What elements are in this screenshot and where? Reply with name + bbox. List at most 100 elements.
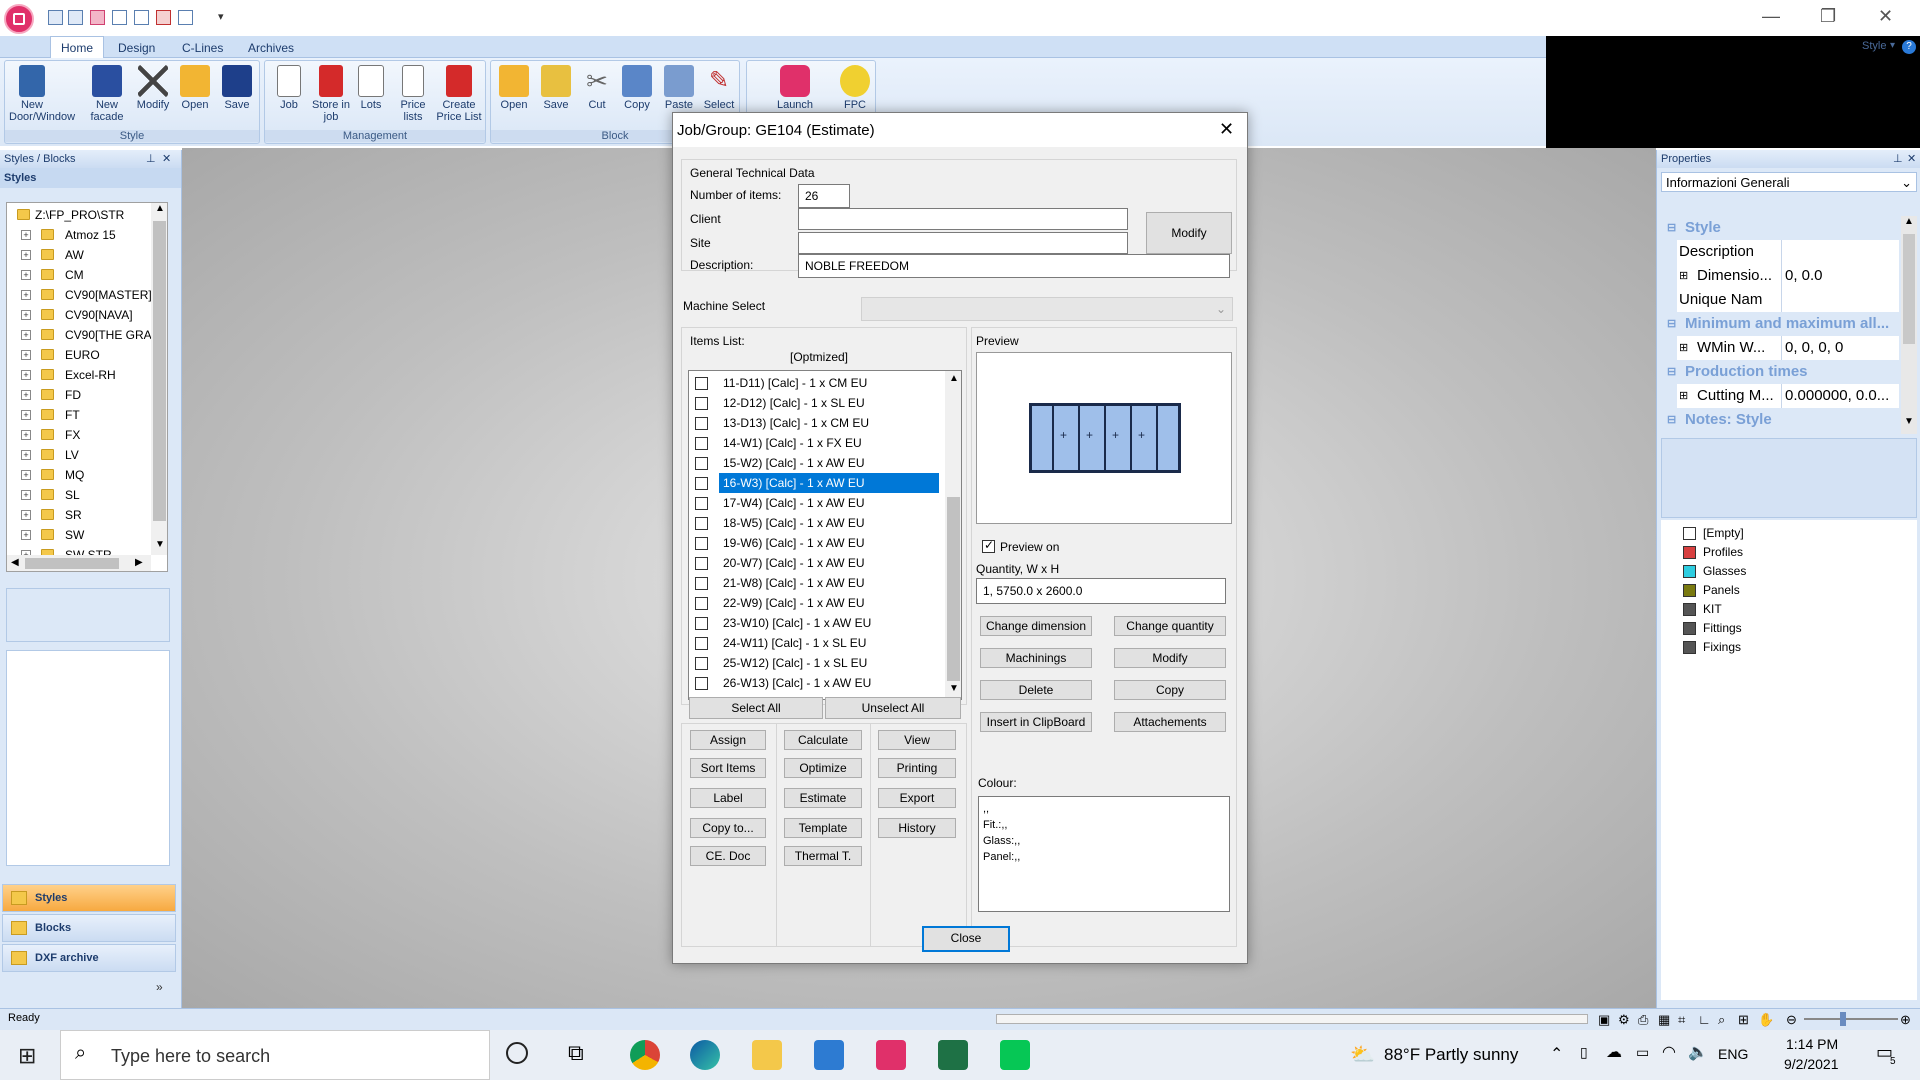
machine-select-dropdown[interactable]: ⌄ [861,297,1233,321]
import-icon[interactable] [112,10,127,25]
expand-icon[interactable]: ⊞ [1679,264,1688,288]
dialog-close-icon[interactable]: ✕ [1219,119,1234,140]
item-checkbox[interactable] [695,677,708,690]
tree-item[interactable]: + SW [7,525,151,545]
delete-button[interactable]: Delete [980,680,1092,700]
property-category[interactable]: ⊟ Production times [1663,360,1913,384]
expand-icon[interactable]: + [21,530,31,540]
label-button[interactable]: Label [690,788,766,808]
unselect-all-button[interactable]: Unselect All [825,697,961,719]
zoom-icon[interactable]: ⌕ [1718,1012,1725,1028]
mail-icon[interactable] [814,1040,844,1070]
history-button[interactable]: History [878,818,956,838]
fp-pro-taskbar-icon[interactable] [876,1040,906,1070]
number-of-items-field[interactable]: 26 [798,184,850,208]
items-scrollbar[interactable]: ▲ ▼ [945,371,961,699]
item-row[interactable]: 21-W8) [Calc] - 1 x AW EU [695,573,939,593]
expand-icon[interactable]: + [21,230,31,240]
client-field[interactable] [798,208,1128,230]
app-logo-icon[interactable] [4,4,34,34]
tray-chevron-icon[interactable]: ⌃ [1550,1044,1563,1064]
item-checkbox[interactable] [695,657,708,670]
machinings-button[interactable]: Machinings [980,648,1092,668]
copy-block-button[interactable]: Copy [619,65,655,111]
nav-blocks[interactable]: Blocks [2,914,176,942]
window-icon[interactable] [68,10,83,25]
tree-item[interactable]: + CM [7,265,151,285]
modify-style-button[interactable]: Modify [133,65,173,111]
assign-button[interactable]: Assign [690,730,766,750]
angle-icon[interactable]: ∟ [1698,1012,1711,1027]
close-pane-icon[interactable]: ✕ [1907,152,1916,165]
expand-icon[interactable]: + [21,390,31,400]
file-explorer-icon[interactable] [752,1040,782,1070]
calculate-button[interactable]: Calculate [784,730,862,750]
weather-text[interactable]: 88°F Partly sunny [1384,1045,1518,1065]
property-row[interactable]: ⊞ WMin W... 0, 0, 0, 0 [1677,336,1899,360]
property-category[interactable]: ⊟ Notes: Style [1663,408,1913,432]
tree-item[interactable]: + CV90[NAVA] [7,305,151,325]
new-door-window-button[interactable]: New Door/Window [9,65,75,123]
modify-button[interactable]: Modify [1114,648,1226,668]
expand-icon[interactable]: + [21,450,31,460]
windows-start-icon[interactable]: ⊞ [18,1043,36,1069]
save-style-button[interactable]: Save [217,65,257,111]
cortana-icon[interactable] [506,1042,528,1064]
tab-home[interactable]: Home [50,36,105,58]
minimize-icon[interactable]: — [1762,6,1780,27]
excel-icon[interactable] [938,1040,968,1070]
paste-button[interactable]: Paste [661,65,697,111]
quick-access-dropdown-icon[interactable]: ▾ [218,10,224,23]
zoom-slider[interactable] [1804,1018,1898,1020]
chrome-icon[interactable] [630,1040,660,1070]
tab-design[interactable]: Design [108,39,165,57]
item-checkbox[interactable] [695,517,708,530]
attachements-button[interactable]: Attachements [1114,712,1226,732]
item-checkbox[interactable] [695,637,708,650]
property-row[interactable]: ⊞ Cutting M... 0.000000, 0.0... [1677,384,1899,408]
restore-icon[interactable]: ❐ [1820,6,1836,27]
item-row[interactable]: 25-W12) [Calc] - 1 x SL EU [695,653,939,673]
scroll-thumb[interactable] [1903,234,1915,344]
weather-icon[interactable]: ⛅ [1350,1042,1375,1067]
open-block-button[interactable]: Open [495,65,533,111]
tree-item[interactable]: + FD [7,385,151,405]
modify-general-button[interactable]: Modify [1146,212,1232,254]
item-row[interactable]: 23-W10) [Calc] - 1 x AW EU [695,613,939,633]
nav-more-icon[interactable]: » [156,980,163,994]
tree-item[interactable]: + CV90[THE GRA [7,325,152,345]
item-row[interactable]: 24-W11) [Calc] - 1 x SL EU [695,633,939,653]
thermal-t-button[interactable]: Thermal T. [784,846,862,866]
tree-root[interactable]: Z:\FP_PRO\STR [7,205,157,225]
clock-date[interactable]: 9/2/2021 [1784,1056,1839,1072]
fit-view-icon[interactable]: ▣ [1598,1012,1610,1028]
tree-vscrollbar[interactable]: ▲ ▼ [151,203,167,555]
item-checkbox[interactable] [695,437,708,450]
language-indicator[interactable]: ENG [1718,1046,1748,1062]
optimize-button[interactable]: Optimize [784,758,862,778]
view-button[interactable]: View [878,730,956,750]
select-button[interactable]: ✎ Select [701,65,737,111]
description-field[interactable]: NOBLE FREEDOM [798,254,1230,278]
expand-icon[interactable]: + [21,330,31,340]
device-icon[interactable]: ▯ [1580,1044,1588,1061]
item-checkbox[interactable] [695,497,708,510]
collapse-icon[interactable]: ⊟ [1667,360,1676,384]
close-dialog-button[interactable]: Close [922,926,1010,952]
item-row[interactable]: 17-W4) [Calc] - 1 x AW EU [695,493,939,513]
expand-icon[interactable]: + [21,310,31,320]
tree-item[interactable]: + FX [7,425,151,445]
close-window-icon[interactable]: ✕ [1878,6,1893,27]
expand-icon[interactable]: + [21,410,31,420]
wifi-icon[interactable]: ◠ [1662,1042,1676,1062]
expand-icon[interactable]: + [21,430,31,440]
tree-hscrollbar[interactable]: ◀ ▶ [7,555,151,571]
open-style-button[interactable]: Open [175,65,215,111]
collapse-icon[interactable]: ⊟ [1667,216,1676,240]
property-row[interactable]: Unique Name [1677,288,1899,312]
taskbar-search[interactable]: ⌕ Type here to search [60,1030,490,1080]
pan-icon[interactable]: ✋ [1758,1012,1774,1028]
preview-canvas[interactable]: + + + + [976,352,1232,524]
item-row[interactable]: 18-W5) [Calc] - 1 x AW EU [695,513,939,533]
item-checkbox[interactable] [695,377,708,390]
